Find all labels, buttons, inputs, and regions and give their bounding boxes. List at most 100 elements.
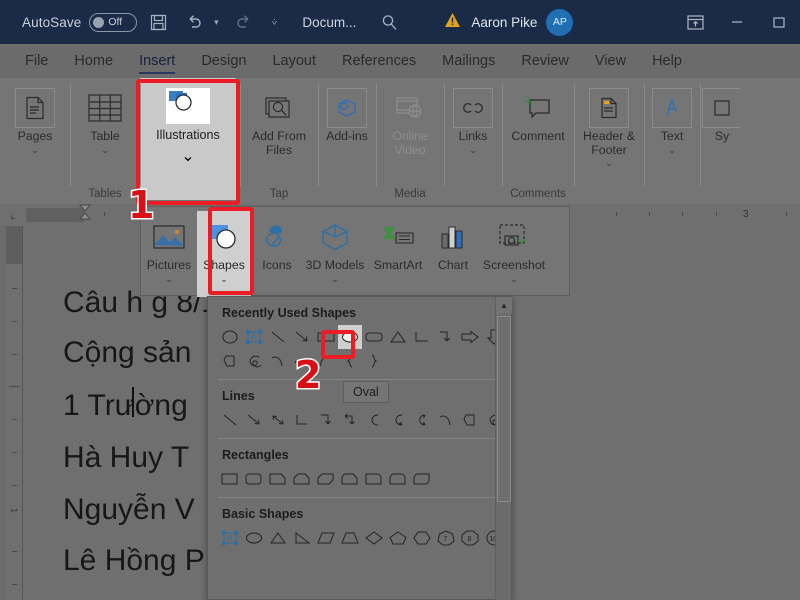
shape-elbow-double-arrow[interactable] — [338, 408, 362, 432]
chevron-down-icon[interactable]: ⌄ — [510, 274, 518, 284]
shape-parallelogram[interactable] — [314, 526, 338, 550]
chevron-down-icon[interactable]: ⌄ — [220, 274, 228, 284]
shape-isosceles-triangle[interactable] — [386, 325, 410, 349]
chevron-down-icon[interactable]: ⌄ — [181, 146, 194, 166]
header-footer-button[interactable]: Header & Footer ⌄ — [576, 82, 642, 200]
tab-design[interactable]: Design — [188, 44, 259, 78]
shape-pentagon[interactable] — [386, 526, 410, 550]
shape-oval[interactable] — [218, 325, 242, 349]
shape-line-arrow[interactable] — [242, 408, 266, 432]
shape-rounded-rectangle[interactable] — [242, 467, 266, 491]
table-button[interactable]: Table ⌄ — [72, 82, 138, 188]
shape-curve[interactable] — [434, 408, 458, 432]
tab-home[interactable]: Home — [61, 44, 126, 78]
smartart-button[interactable]: SmartArt — [367, 211, 429, 273]
chevron-down-icon[interactable]: ⌄ — [469, 145, 477, 155]
shape-elbow-arrow[interactable] — [314, 408, 338, 432]
shape-elbow-connector[interactable] — [290, 408, 314, 432]
redo-icon[interactable] — [228, 7, 258, 37]
shape-freeform[interactable] — [458, 408, 482, 432]
symbols-button[interactable]: Sy — [702, 82, 740, 204]
tab-review[interactable]: Review — [508, 44, 582, 78]
avatar[interactable]: AP — [546, 8, 574, 36]
tab-view[interactable]: View — [582, 44, 639, 78]
shape-line-arrow[interactable] — [290, 325, 314, 349]
tab-mailings[interactable]: Mailings — [429, 44, 508, 78]
shape-elbow-connector[interactable] — [410, 325, 434, 349]
shape-round-single-corner[interactable] — [362, 467, 386, 491]
scrollbar-thumb[interactable] — [497, 316, 511, 502]
shape-freeform[interactable] — [218, 349, 242, 373]
shape-curved-double-arrow[interactable] — [410, 408, 434, 432]
shape-snip-same-side-corner[interactable] — [290, 467, 314, 491]
shape-trapezoid[interactable] — [338, 526, 362, 550]
3d-models-button[interactable]: 3D Models ⌄ — [303, 211, 367, 284]
shape-oval[interactable] — [242, 526, 266, 550]
shape-octagon[interactable]: 8 — [458, 526, 482, 550]
save-icon[interactable] — [143, 7, 173, 37]
comment-button[interactable]: Comment — [504, 82, 572, 188]
chart-button[interactable]: Chart — [429, 211, 477, 273]
shape-line-double-arrow[interactable] — [266, 408, 290, 432]
vertical-ruler[interactable]: 1 — [6, 226, 22, 600]
tab-stop-left-icon[interactable]: ⌞ — [0, 210, 26, 221]
tab-file[interactable]: File — [12, 44, 61, 78]
shape-right-arrow[interactable] — [458, 325, 482, 349]
shape-diamond[interactable] — [362, 526, 386, 550]
shape-hexagon[interactable] — [410, 526, 434, 550]
minimize-icon[interactable] — [716, 7, 758, 37]
shape-curved-connector[interactable] — [362, 408, 386, 432]
add-ins-button[interactable]: Add-ins — [320, 82, 374, 200]
shape-brace-left[interactable] — [338, 349, 362, 373]
shape-elbow-arrow-connector[interactable] — [434, 325, 458, 349]
shape-curved-arrow-connector[interactable] — [386, 408, 410, 432]
text-button[interactable]: Text ⌄ — [646, 82, 698, 200]
icons-button[interactable]: Icons — [251, 211, 303, 273]
scroll-up-arrow-icon[interactable]: ▲ — [496, 297, 512, 314]
online-video-button[interactable]: Online Video — [378, 82, 442, 188]
tab-layout[interactable]: Layout — [259, 44, 329, 78]
pages-button[interactable]: Pages ⌄ — [2, 82, 68, 200]
shape-snip-single-corner[interactable] — [266, 467, 290, 491]
shapes-button[interactable]: Shapes ⌄ — [197, 211, 251, 297]
document-name[interactable]: Docum... — [302, 15, 356, 30]
shape-heptagon[interactable]: 7 — [434, 526, 458, 550]
shape-right-triangle[interactable] — [290, 526, 314, 550]
shape-rectangle[interactable] — [218, 467, 242, 491]
warning-icon[interactable] — [444, 12, 461, 33]
shape-curve[interactable] — [266, 349, 290, 373]
shapes-panel-scrollbar[interactable]: ▲ — [495, 297, 512, 600]
tab-insert[interactable]: Insert — [126, 44, 188, 78]
user-name[interactable]: Aaron Pike — [471, 15, 537, 30]
search-icon[interactable] — [374, 7, 404, 37]
shape-line[interactable] — [266, 325, 290, 349]
shape-rounded-rectangle[interactable] — [362, 325, 386, 349]
chevron-down-icon[interactable]: ⌄ — [605, 159, 613, 168]
tab-references[interactable]: References — [329, 44, 429, 78]
shape-isosceles-triangle[interactable] — [266, 526, 290, 550]
maximize-icon[interactable] — [758, 7, 800, 37]
shape-scribble[interactable] — [242, 349, 266, 373]
undo-dropdown-caret-icon[interactable]: ▾ — [210, 17, 222, 28]
chevron-down-icon[interactable]: ⌄ — [668, 145, 676, 155]
first-line-indent-marker[interactable] — [78, 204, 92, 226]
shape-rectangle[interactable] — [314, 325, 338, 349]
chevron-down-icon[interactable]: ⌄ — [101, 145, 109, 155]
chevron-down-icon[interactable]: ⌄ — [331, 274, 339, 284]
shape-line[interactable] — [218, 408, 242, 432]
shape-oval-selected[interactable] — [338, 325, 362, 349]
shape-snip-diagonal-corner[interactable] — [314, 467, 338, 491]
add-from-files-button[interactable]: Add From Files — [242, 82, 316, 188]
autosave-toggle[interactable]: Off — [89, 12, 138, 32]
screenshot-button[interactable]: Screenshot ⌄ — [477, 211, 551, 284]
customize-quick-access-icon[interactable]: ⩒ — [268, 17, 280, 28]
shape-brace-right[interactable] — [362, 349, 386, 373]
shape-text-box[interactable]: A — [242, 325, 266, 349]
undo-icon[interactable] — [179, 7, 209, 37]
illustrations-button[interactable]: Illustrations ⌄ — [140, 78, 236, 200]
shape-snip-and-round-corner[interactable] — [338, 467, 362, 491]
links-button[interactable]: Links ⌄ — [446, 82, 500, 200]
shape-round-same-side-corner[interactable] — [386, 467, 410, 491]
shape-round-diagonal-corner[interactable] — [410, 467, 434, 491]
shape-text-box[interactable]: A — [218, 526, 242, 550]
